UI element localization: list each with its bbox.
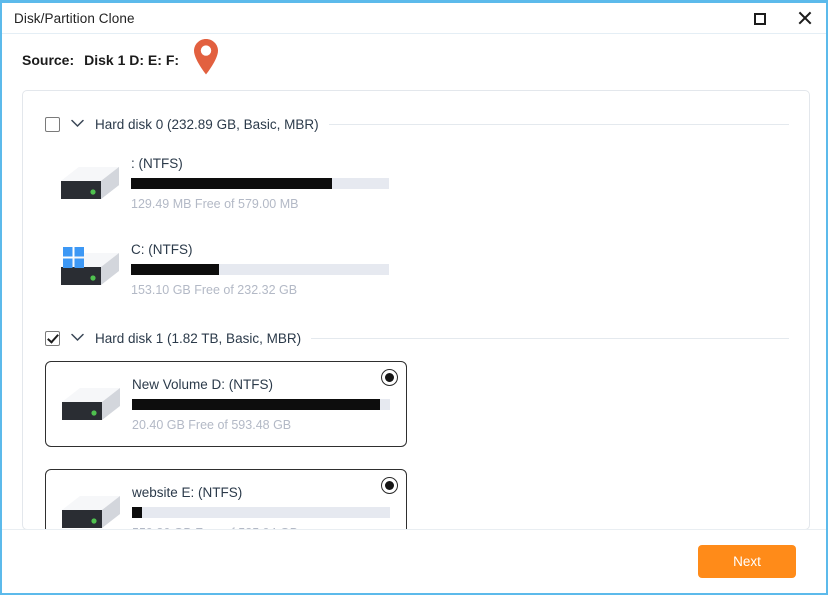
partition-info: New Volume D: (NTFS) 20.40 GB Free of 59…	[128, 377, 396, 432]
clone-window: Disk/Partition Clone Source: Disk 1 D: E…	[0, 0, 828, 595]
partition-name: : (NTFS)	[131, 155, 183, 171]
partition-name: website E: (NTFS)	[132, 484, 243, 500]
group-checkbox-hard-disk-0[interactable]	[45, 116, 60, 132]
maximize-button[interactable]	[738, 3, 782, 34]
window-controls	[738, 3, 826, 34]
hard-disk-icon	[53, 159, 127, 207]
map-pin-icon	[193, 38, 219, 81]
usage-bar-fill	[132, 506, 143, 518]
partition-item-unnamed[interactable]: : (NTFS) 129.49 MB Free of 579.00 MB	[45, 145, 407, 221]
partition-free-text: 153.10 GB Free of 232.32 GB	[131, 282, 298, 297]
group-header-hard-disk-0[interactable]: Hard disk 0 (232.89 GB, Basic, MBR)	[23, 107, 809, 141]
partition-item-c[interactable]: C: (NTFS) 153.10 GB Free of 232.32 GB	[45, 231, 407, 307]
partition-radio-e[interactable]	[381, 477, 398, 494]
next-button[interactable]: Next	[698, 545, 796, 578]
partition-free-text: 129.49 MB Free of 579.00 MB	[131, 196, 299, 211]
usage-bar-fill	[131, 177, 333, 189]
source-value: Disk 1 D: E: F:	[84, 52, 180, 68]
usage-bar	[131, 263, 389, 275]
chevron-down-icon[interactable]	[71, 115, 84, 133]
partition-item-d[interactable]: New Volume D: (NTFS) 20.40 GB Free of 59…	[45, 361, 407, 447]
footer-bar: Next	[2, 529, 826, 593]
close-button[interactable]	[782, 3, 826, 34]
group-divider	[328, 123, 789, 125]
source-label: Source:	[22, 52, 75, 68]
usage-bar	[132, 506, 390, 518]
maximize-icon	[754, 12, 766, 25]
usage-bar-fill	[132, 398, 380, 410]
partition-info: C: (NTFS) 153.10 GB Free of 232.32 GB	[127, 242, 397, 297]
disk-list-panel: Hard disk 0 (232.89 GB, Basic, MBR): (N…	[22, 90, 810, 593]
partition-free-text: 20.40 GB Free of 593.48 GB	[132, 417, 292, 432]
partition-name: C: (NTFS)	[131, 241, 193, 257]
group-title-hard-disk-0: Hard disk 0 (232.89 GB, Basic, MBR)	[95, 116, 319, 132]
partition-radio-d[interactable]	[381, 369, 398, 386]
window-title: Disk/Partition Clone	[14, 10, 135, 26]
usage-bar	[131, 177, 389, 189]
group-title-hard-disk-1: Hard disk 1 (1.82 TB, Basic, MBR)	[95, 330, 302, 346]
hard-disk-icon	[54, 380, 128, 428]
source-row: Source: Disk 1 D: E: F:	[2, 34, 826, 86]
close-icon	[797, 11, 812, 26]
partition-info: : (NTFS) 129.49 MB Free of 579.00 MB	[127, 156, 397, 211]
hard-disk-icon	[53, 245, 127, 293]
usage-bar-fill	[131, 263, 219, 275]
chevron-down-icon[interactable]	[71, 329, 84, 347]
group-header-hard-disk-1[interactable]: Hard disk 1 (1.82 TB, Basic, MBR)	[23, 321, 809, 355]
title-bar: Disk/Partition Clone	[2, 3, 826, 34]
usage-bar	[132, 398, 390, 410]
group-divider	[311, 337, 789, 339]
group-checkbox-hard-disk-1[interactable]	[45, 330, 60, 346]
partition-grid-hard-disk-0: : (NTFS) 129.49 MB Free of 579.00 MB C: …	[23, 141, 809, 313]
partition-name: New Volume D: (NTFS)	[132, 376, 274, 392]
